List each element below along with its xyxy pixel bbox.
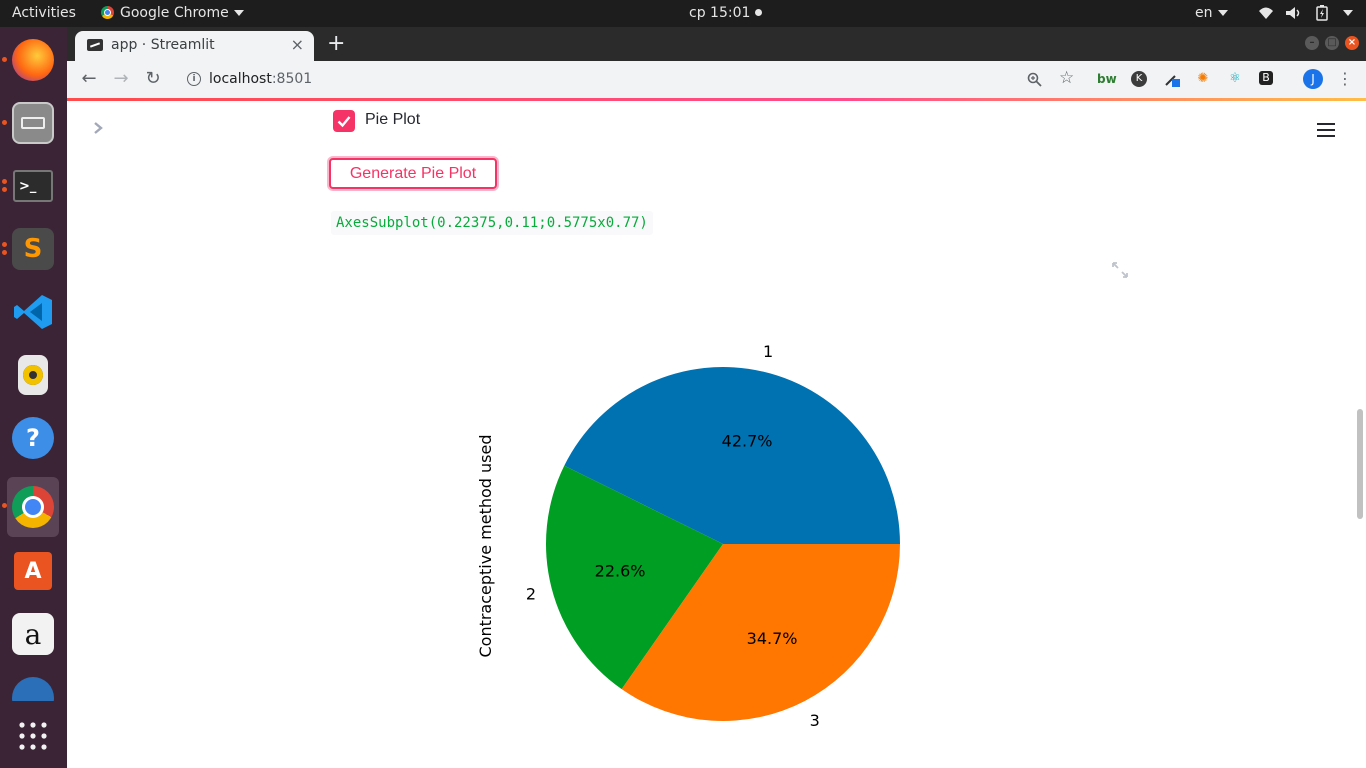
profile-avatar[interactable]: J: [1303, 69, 1323, 89]
system-menu[interactable]: [1338, 5, 1353, 21]
browser-toolbar: ← → ↻ i localhost:8501 ☆ bw K ✺ ⚛ B J ⋮: [67, 61, 1366, 98]
pie-plot-checkbox[interactable]: [333, 110, 355, 132]
running-indicator: [2, 120, 7, 125]
browser-tab[interactable]: app · Streamlit ×: [75, 31, 314, 61]
checkmark-icon: [337, 116, 351, 128]
new-tab-button[interactable]: +: [327, 31, 345, 56]
vscode-icon: [14, 295, 52, 329]
show-apps-icon: [19, 722, 47, 750]
activities-button[interactable]: Activities: [12, 5, 76, 21]
volume-icon[interactable]: [1285, 6, 1303, 20]
thunderbird-icon: [12, 677, 54, 701]
pie-category-label: 3: [810, 711, 820, 730]
dock-rhythmbox[interactable]: [7, 349, 59, 401]
running-indicator: [2, 250, 7, 255]
pie-percent-label: 42.7%: [722, 432, 773, 451]
sidebar-toggle-icon[interactable]: [91, 121, 105, 135]
keyboard-layout-label: en: [1195, 5, 1213, 21]
dock-chrome[interactable]: [2, 477, 59, 537]
dock-terminal[interactable]: >_: [2, 160, 59, 212]
main-menu-button[interactable]: [1317, 123, 1335, 137]
pie-percent-label: 34.7%: [747, 629, 798, 648]
dock-sublime[interactable]: S: [2, 223, 59, 275]
running-indicator: [2, 503, 7, 508]
rhythmbox-icon: [18, 355, 48, 395]
streamlit-app: Pie Plot Generate Pie Plot AxesSubplot(0…: [67, 101, 1366, 768]
dock: >_ S ? A a: [0, 27, 67, 768]
software-center-icon: A: [14, 552, 52, 590]
fullscreen-expand-icon[interactable]: [1111, 261, 1129, 279]
zoom-icon[interactable]: [1027, 72, 1042, 87]
puzzle-extension-icon[interactable]: ✺: [1195, 71, 1211, 87]
chevron-down-icon: [233, 10, 244, 16]
k-extension-icon[interactable]: K: [1131, 71, 1147, 87]
dock-software[interactable]: A: [7, 545, 59, 597]
page-scrollbar[interactable]: [1357, 409, 1363, 519]
react-extension-icon[interactable]: ⚛: [1227, 71, 1243, 87]
code-output: AxesSubplot(0.22375,0.11;0.5775x0.77): [331, 211, 653, 235]
reload-button[interactable]: ↻: [143, 69, 163, 89]
wifi-icon[interactable]: [1258, 6, 1274, 20]
color-picker-extension-icon[interactable]: [1164, 71, 1180, 87]
sublime-text-icon: S: [12, 228, 54, 270]
address-bar[interactable]: i localhost:8501 ☆: [175, 64, 1074, 94]
pie-chart: Contraceptive method used 42.7% 1 22.6% 2 34…: [476, 342, 900, 730]
system-top-bar: Activities Google Chrome cp 15:01 en: [0, 0, 1366, 27]
dock-files[interactable]: [2, 97, 59, 149]
url-host: localhost: [209, 71, 272, 87]
clock-label: cp 15:01: [689, 5, 751, 21]
tab-title: app · Streamlit: [111, 37, 215, 53]
maximize-window-button[interactable]: □: [1325, 36, 1339, 50]
dock-firefox[interactable]: [2, 34, 59, 86]
pie-percent-label: 22.6%: [595, 561, 646, 580]
dock-thunderbird[interactable]: [7, 671, 59, 701]
running-indicator: [2, 242, 7, 247]
dock-help[interactable]: ?: [7, 412, 59, 464]
pie-category-label: 1: [763, 342, 773, 361]
minimize-window-button[interactable]: –: [1305, 36, 1319, 50]
clock[interactable]: cp 15:01: [689, 5, 763, 21]
pie-plot-checkbox-label[interactable]: Pie Plot: [365, 111, 420, 129]
bookmark-star-icon[interactable]: ☆: [1059, 68, 1074, 88]
streamlit-favicon-icon: [87, 39, 103, 51]
keyboard-layout-menu[interactable]: en: [1195, 5, 1228, 21]
generate-pie-plot-button[interactable]: Generate Pie Plot: [329, 158, 497, 189]
app-menu-label: Google Chrome: [120, 5, 229, 21]
close-tab-icon[interactable]: ×: [291, 35, 304, 54]
app-menu[interactable]: Google Chrome: [101, 5, 244, 21]
pie-ylabel: Contraceptive method used: [476, 434, 495, 657]
running-indicator: [2, 179, 7, 184]
running-indicator: [2, 187, 7, 192]
chrome-menu-icon[interactable]: ⋮: [1337, 71, 1353, 87]
b-extension-icon[interactable]: B: [1259, 71, 1273, 85]
chevron-down-icon: [1217, 10, 1228, 16]
running-indicator: [2, 57, 7, 62]
help-icon: ?: [12, 417, 54, 459]
files-icon: [12, 102, 54, 144]
battery-icon[interactable]: [1316, 5, 1328, 21]
dock-amazon[interactable]: a: [7, 608, 59, 660]
site-info-icon[interactable]: i: [187, 72, 201, 86]
close-window-button[interactable]: ×: [1345, 36, 1359, 50]
show-apps-button[interactable]: [7, 710, 59, 762]
amazon-icon: a: [12, 613, 54, 655]
chrome-icon: [101, 6, 114, 19]
dock-vscode[interactable]: [7, 286, 59, 338]
notification-dot-icon: [755, 9, 763, 16]
browser-tab-strip: app · Streamlit × + – □ ×: [67, 27, 1366, 61]
chrome-icon: [12, 486, 54, 528]
back-button[interactable]: ←: [79, 69, 99, 89]
forward-button[interactable]: →: [111, 69, 131, 89]
pie-category-label: 2: [526, 584, 536, 603]
terminal-icon: >_: [13, 170, 53, 202]
url-port: :8501: [271, 71, 313, 87]
chevron-down-icon: [1343, 10, 1353, 16]
firefox-icon: [12, 39, 54, 81]
bitwarden-extension-icon[interactable]: bw: [1097, 71, 1117, 87]
